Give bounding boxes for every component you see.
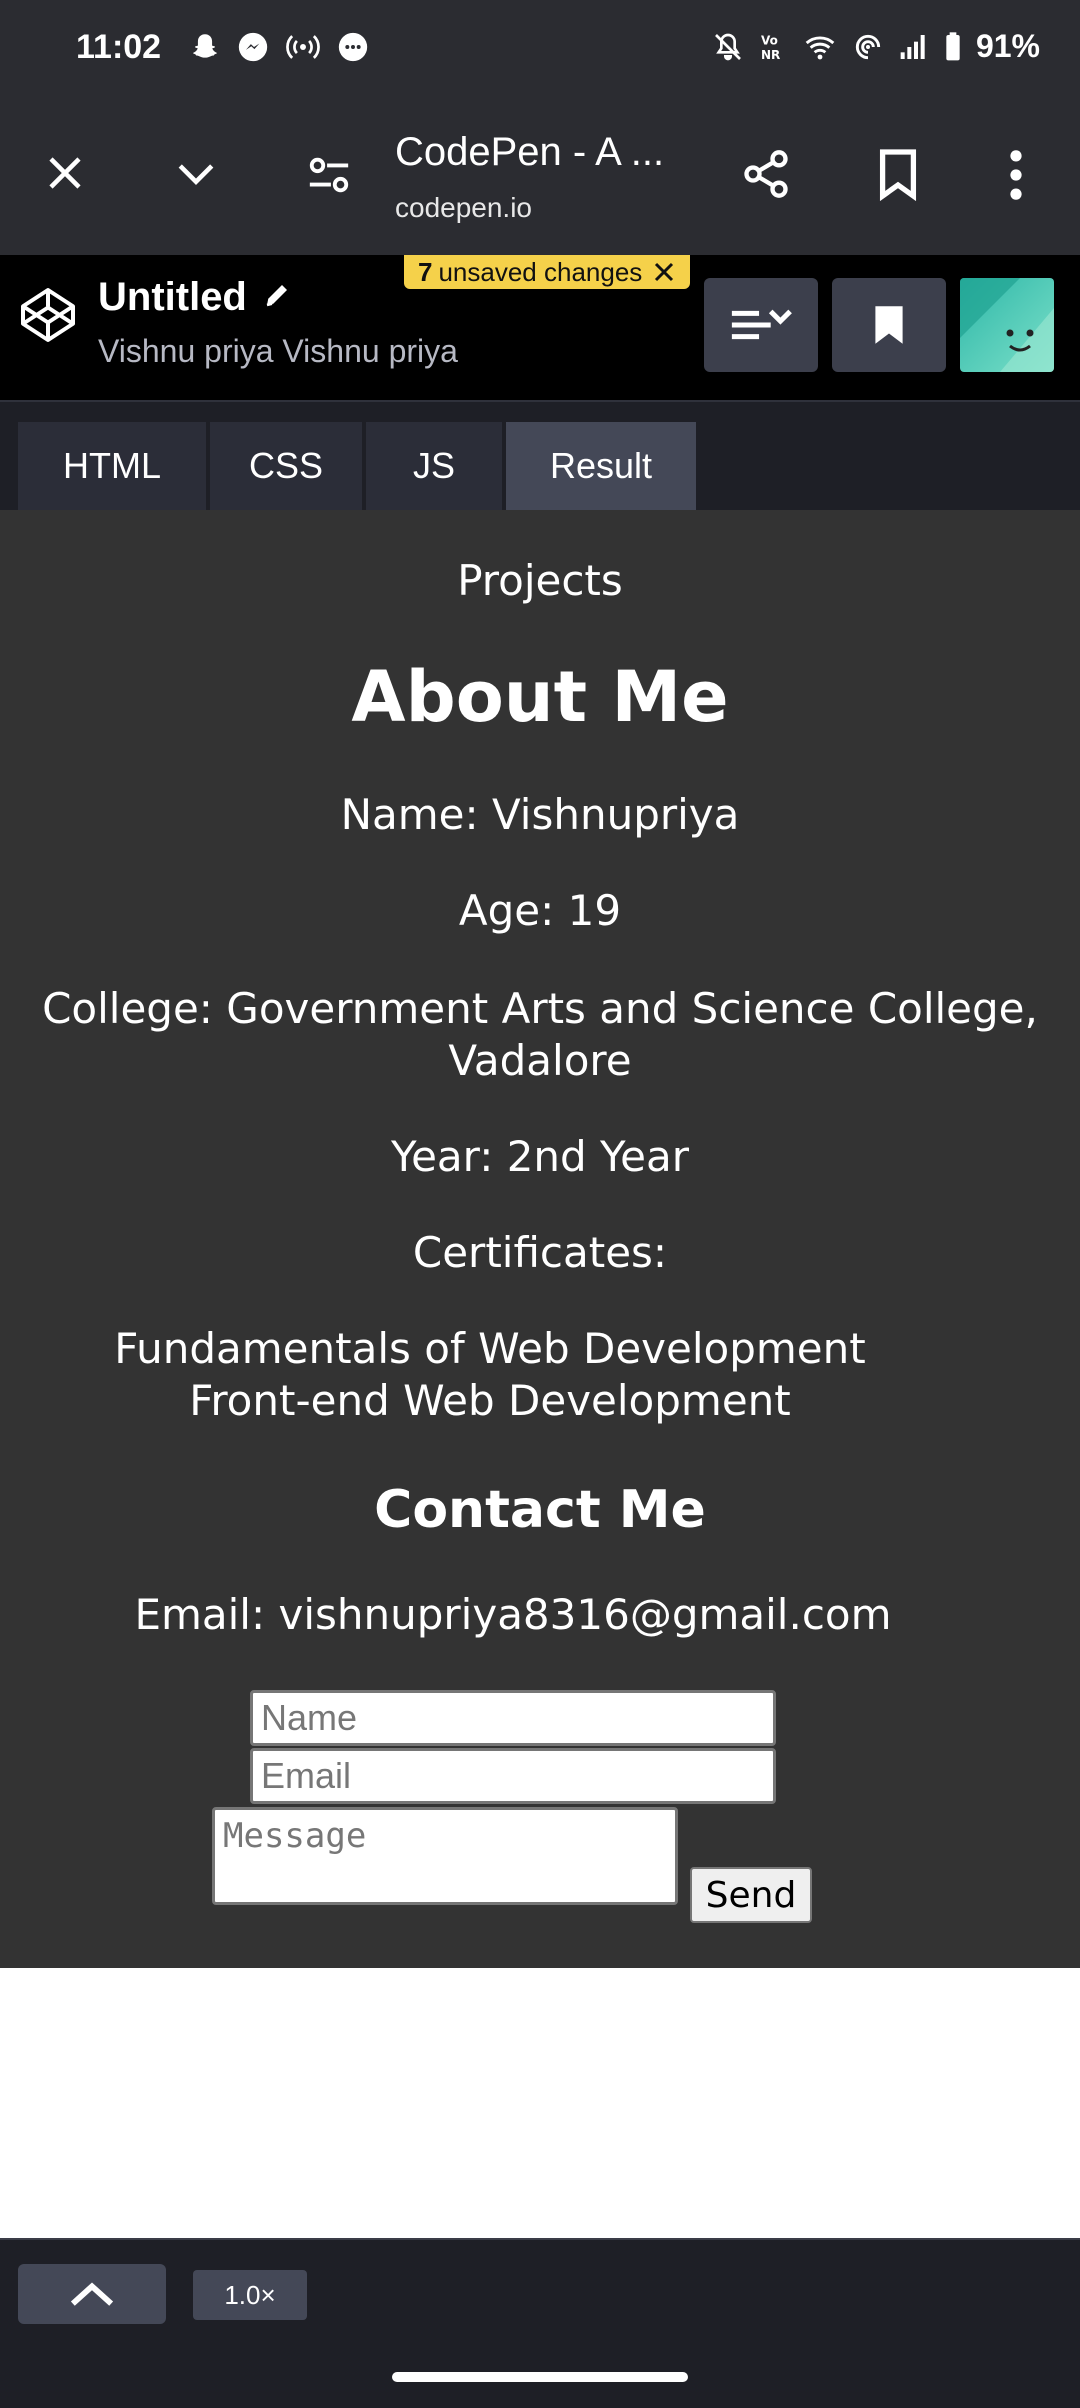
- change-view-button[interactable]: [704, 278, 818, 372]
- email-field[interactable]: [250, 1748, 776, 1804]
- year-text: Year: 2nd Year: [391, 1132, 689, 1181]
- more-options-icon[interactable]: [1004, 148, 1028, 202]
- projects-link[interactable]: Projects: [0, 556, 1080, 605]
- browser-toolbar: CodePen - A ... codepen.io: [0, 100, 1080, 255]
- tab-css[interactable]: CSS: [210, 422, 362, 510]
- mute-icon: [715, 33, 741, 60]
- snapchat-icon: [193, 34, 217, 58]
- chat-bubble-icon: [338, 32, 368, 62]
- codepen-logo-icon[interactable]: [18, 285, 78, 345]
- tab-js[interactable]: JS: [366, 422, 502, 510]
- hotspot-icon: [286, 35, 320, 59]
- dismiss-icon[interactable]: [652, 260, 676, 284]
- wifi-icon: [805, 35, 835, 59]
- page-title[interactable]: CodePen - A ...: [395, 130, 664, 175]
- battery-icon: [946, 31, 960, 60]
- page-domain[interactable]: codepen.io: [395, 192, 532, 224]
- chevron-down-icon[interactable]: [172, 152, 220, 194]
- system-icons: Vo NR 91%: [712, 28, 1040, 65]
- signal-icon: [900, 34, 925, 59]
- site-settings-icon[interactable]: [306, 152, 352, 198]
- tab-result[interactable]: Result: [506, 422, 696, 510]
- certificate-item: Front-end Web Development: [189, 1376, 791, 1425]
- codepen-header: Untitled Vishnu priya Vishnu priya 7 uns…: [0, 255, 1080, 400]
- pen-title[interactable]: Untitled: [98, 275, 247, 320]
- certificate-item: Fundamentals of Web Development: [114, 1324, 866, 1373]
- bookmark-filled-icon: [875, 306, 903, 344]
- bookmark-icon[interactable]: [876, 146, 920, 202]
- bookmark-pen-button[interactable]: [832, 278, 946, 372]
- status-bar: 11:02 Vo NR 91%: [0, 0, 1080, 100]
- layout-icon: [731, 309, 792, 340]
- avatar[interactable]: [960, 278, 1054, 372]
- home-gesture-handle[interactable]: [392, 2372, 688, 2382]
- close-icon[interactable]: [44, 152, 86, 194]
- avatar-image: [960, 278, 1054, 372]
- status-time: 11:02: [76, 28, 162, 66]
- message-field[interactable]: [212, 1807, 678, 1905]
- zoom-level[interactable]: 1.0×: [193, 2270, 307, 2320]
- unsaved-text: unsaved changes: [438, 256, 643, 287]
- result-preview: Projects About Me Name: Vishnupriya Age:…: [0, 510, 1080, 1968]
- messenger-icon: [238, 32, 268, 62]
- editor-tabs: HTML CSS JS Result: [0, 400, 1080, 512]
- name-text: Name: Vishnupriya: [340, 790, 740, 839]
- age-text: Age: 19: [458, 886, 622, 935]
- tab-html[interactable]: HTML: [18, 422, 206, 510]
- college-text-line2: Vadalore: [448, 1036, 632, 1085]
- pen-author[interactable]: Vishnu priya Vishnu priya: [98, 333, 458, 370]
- college-text-line1: College: Government Arts and Science Col…: [42, 984, 1038, 1033]
- name-field[interactable]: [250, 1690, 776, 1746]
- svg-text:NR: NR: [761, 48, 780, 62]
- chevron-up-icon: [70, 2282, 114, 2306]
- notification-icons: [188, 30, 370, 64]
- send-button[interactable]: Send: [690, 1867, 812, 1923]
- contact-heading: Contact Me: [374, 1480, 706, 1540]
- unsaved-count: 7: [418, 256, 433, 287]
- codepen-footer: 1.0×: [0, 2238, 1080, 2348]
- svg-text:Vo: Vo: [761, 33, 778, 47]
- nfc-icon: [855, 34, 881, 59]
- battery-percent: 91%: [975, 28, 1040, 64]
- unsaved-changes-badge[interactable]: 7 unsaved changes: [404, 255, 691, 289]
- edit-pencil-icon[interactable]: [262, 280, 292, 310]
- certificates-label: Certificates:: [412, 1228, 668, 1277]
- share-icon[interactable]: [740, 146, 792, 202]
- expand-console-button[interactable]: [18, 2264, 166, 2324]
- email-text: Email: vishnupriya8316@gmail.com: [134, 1590, 892, 1639]
- vonr-icon: VoNR: [761, 33, 780, 62]
- about-heading: About Me: [351, 656, 729, 738]
